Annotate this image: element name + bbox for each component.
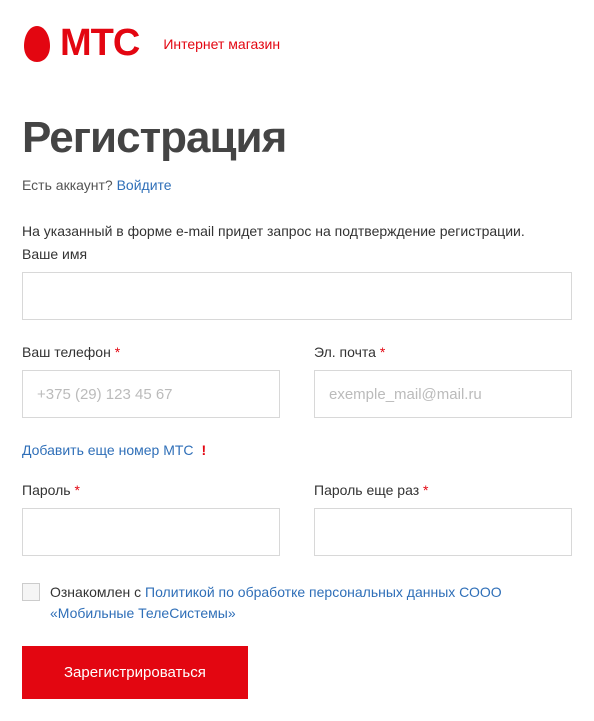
login-prompt-text: Есть аккаунт? bbox=[22, 177, 117, 193]
password-label: Пароль * bbox=[22, 482, 280, 498]
brand-logo[interactable]: МТС bbox=[22, 22, 139, 65]
add-phone-label: Добавить еще номер МТС bbox=[22, 442, 194, 458]
warning-icon: ! bbox=[202, 442, 207, 458]
info-text: На указанный в форме e-mail придет запро… bbox=[22, 221, 572, 242]
brand-tagline: Интернет магазин bbox=[163, 36, 280, 52]
phone-label: Ваш телефон * bbox=[22, 344, 280, 360]
phone-input[interactable] bbox=[22, 370, 280, 418]
consent-checkbox[interactable] bbox=[22, 583, 40, 601]
login-link[interactable]: Войдите bbox=[117, 177, 172, 193]
name-field-group: Ваше имя bbox=[22, 246, 572, 320]
name-label: Ваше имя bbox=[22, 246, 572, 262]
email-label: Эл. почта * bbox=[314, 344, 572, 360]
email-input[interactable] bbox=[314, 370, 572, 418]
password-confirm-field-group: Пароль еще раз * bbox=[314, 482, 572, 556]
consent-prefix: Ознакомлен с bbox=[50, 584, 145, 600]
submit-button[interactable]: Зарегистрироваться bbox=[22, 646, 248, 699]
email-field-group: Эл. почта * bbox=[314, 344, 572, 418]
login-prompt: Есть аккаунт? Войдите bbox=[22, 177, 572, 193]
header: МТС Интернет магазин bbox=[22, 22, 572, 65]
add-phone-link[interactable]: Добавить еще номер МТС ! bbox=[22, 442, 206, 458]
password-field-group: Пароль * bbox=[22, 482, 280, 556]
mts-logo-icon bbox=[22, 24, 52, 64]
page-title: Регистрация bbox=[22, 113, 572, 163]
password-confirm-label: Пароль еще раз * bbox=[314, 482, 572, 498]
password-confirm-input[interactable] bbox=[314, 508, 572, 556]
phone-field-group: Ваш телефон * bbox=[22, 344, 280, 418]
name-input[interactable] bbox=[22, 272, 572, 320]
password-input[interactable] bbox=[22, 508, 280, 556]
brand-name: МТС bbox=[60, 22, 139, 65]
consent-row: Ознакомлен с Политикой по обработке перс… bbox=[22, 582, 572, 624]
consent-label: Ознакомлен с Политикой по обработке перс… bbox=[50, 582, 572, 624]
